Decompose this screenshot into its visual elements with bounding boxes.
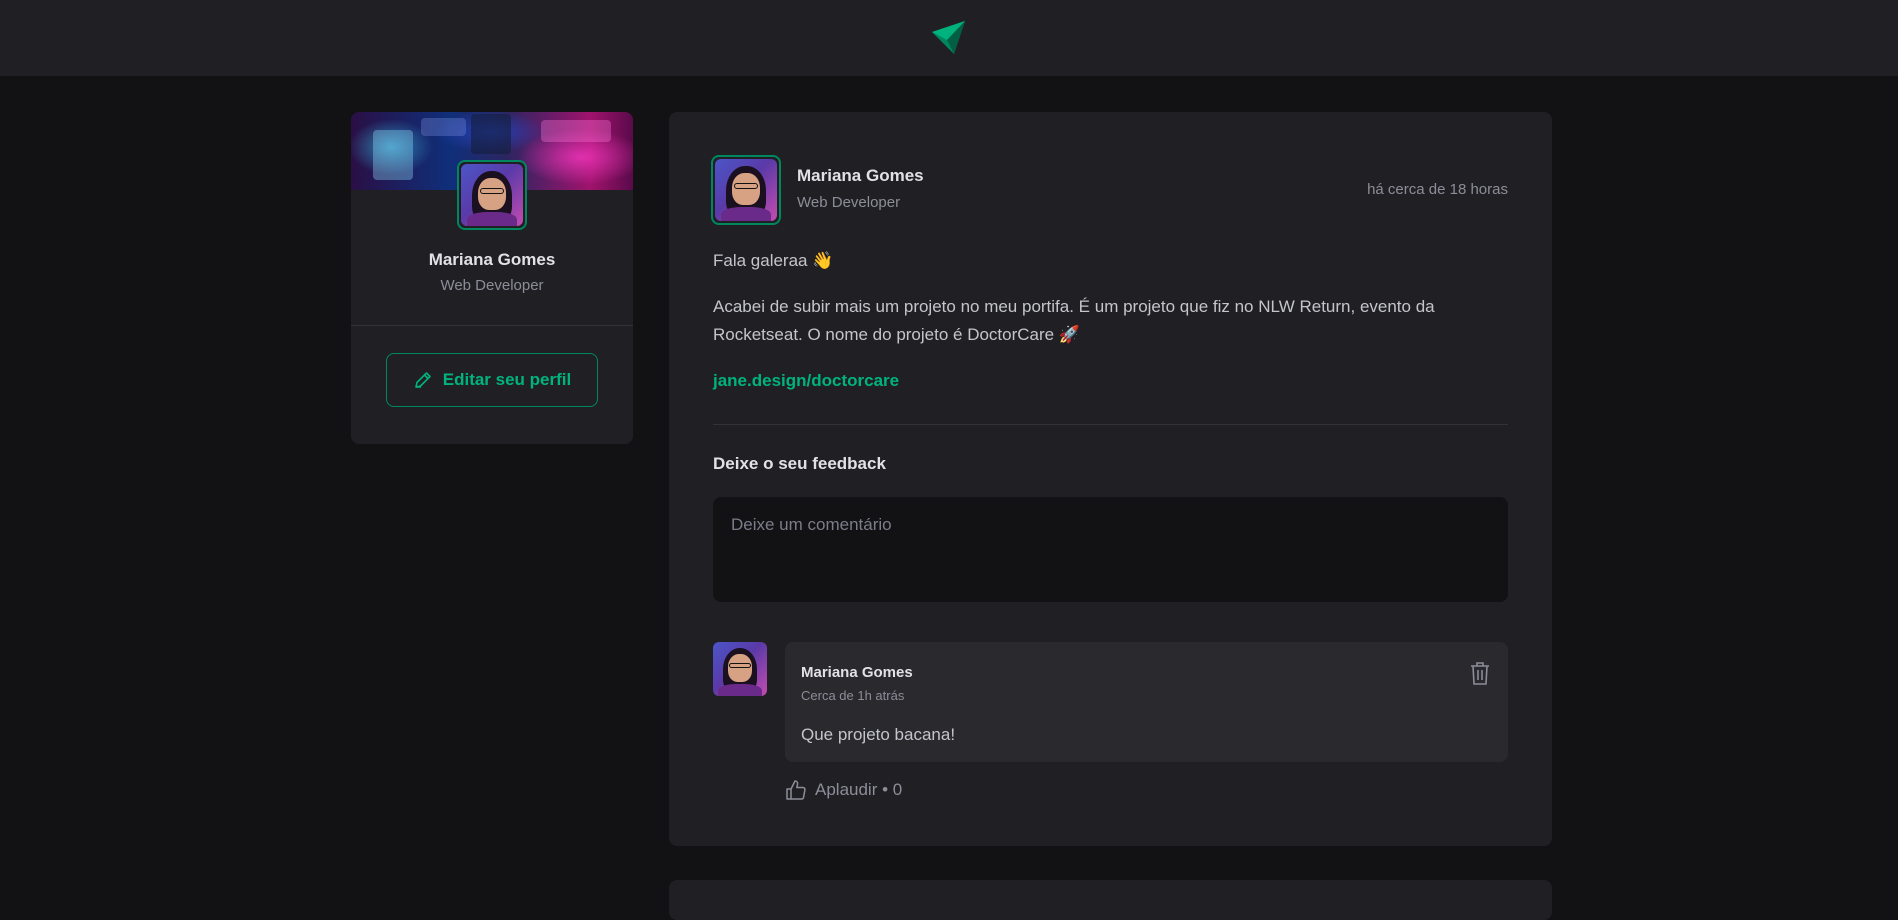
post-author-role: Web Developer (797, 194, 901, 211)
profile-role: Web Developer (440, 277, 544, 294)
post-link[interactable]: jane.design/doctorcare (713, 371, 899, 390)
ignite-logo-icon[interactable] (929, 18, 969, 58)
comment-author-name: Mariana Gomes (801, 664, 913, 681)
comment-body: Mariana Gomes Cerca de 1h atrás Que proj… (785, 642, 1508, 762)
profile-sidebar: Mariana Gomes Web Developer Editar seu p… (351, 112, 633, 444)
post-greeting: Fala galeraa 👋 (713, 251, 834, 270)
trash-icon[interactable] (1468, 660, 1492, 686)
app-header (0, 0, 1898, 76)
comment-input[interactable] (713, 497, 1508, 602)
thumbs-up-icon (786, 780, 806, 800)
post-timestamp[interactable]: há cerca de 18 horas (1367, 181, 1508, 198)
post-card: Mariana Gomes Web Developer há cerca de … (669, 112, 1552, 846)
post-content: Fala galeraa 👋 Acabei de subir mais um p… (713, 247, 1508, 413)
next-post-card (669, 880, 1552, 920)
divider (351, 325, 633, 326)
post-paragraph: Acabei de subir mais um projeto no meu p… (713, 297, 1435, 344)
comment-author-avatar[interactable] (713, 642, 767, 696)
divider (713, 424, 1508, 425)
edit-profile-label: Editar seu perfil (442, 370, 572, 389)
applaud-label: Aplaudir • 0 (815, 780, 903, 799)
edit-profile-button[interactable]: Editar seu perfil (386, 353, 598, 407)
post-author-avatar[interactable] (711, 155, 781, 225)
profile-avatar[interactable] (457, 160, 527, 230)
post-author-name: Mariana Gomes (797, 166, 924, 185)
profile-name: Mariana Gomes (428, 250, 556, 269)
pencil-icon (414, 372, 431, 388)
applaud-button[interactable]: Aplaudir • 0 (785, 779, 902, 801)
comment-text: Que projeto bacana! (801, 725, 956, 744)
comment-timestamp: Cerca de 1h atrás (801, 688, 905, 703)
feedback-title: Deixe o seu feedback (713, 454, 886, 473)
